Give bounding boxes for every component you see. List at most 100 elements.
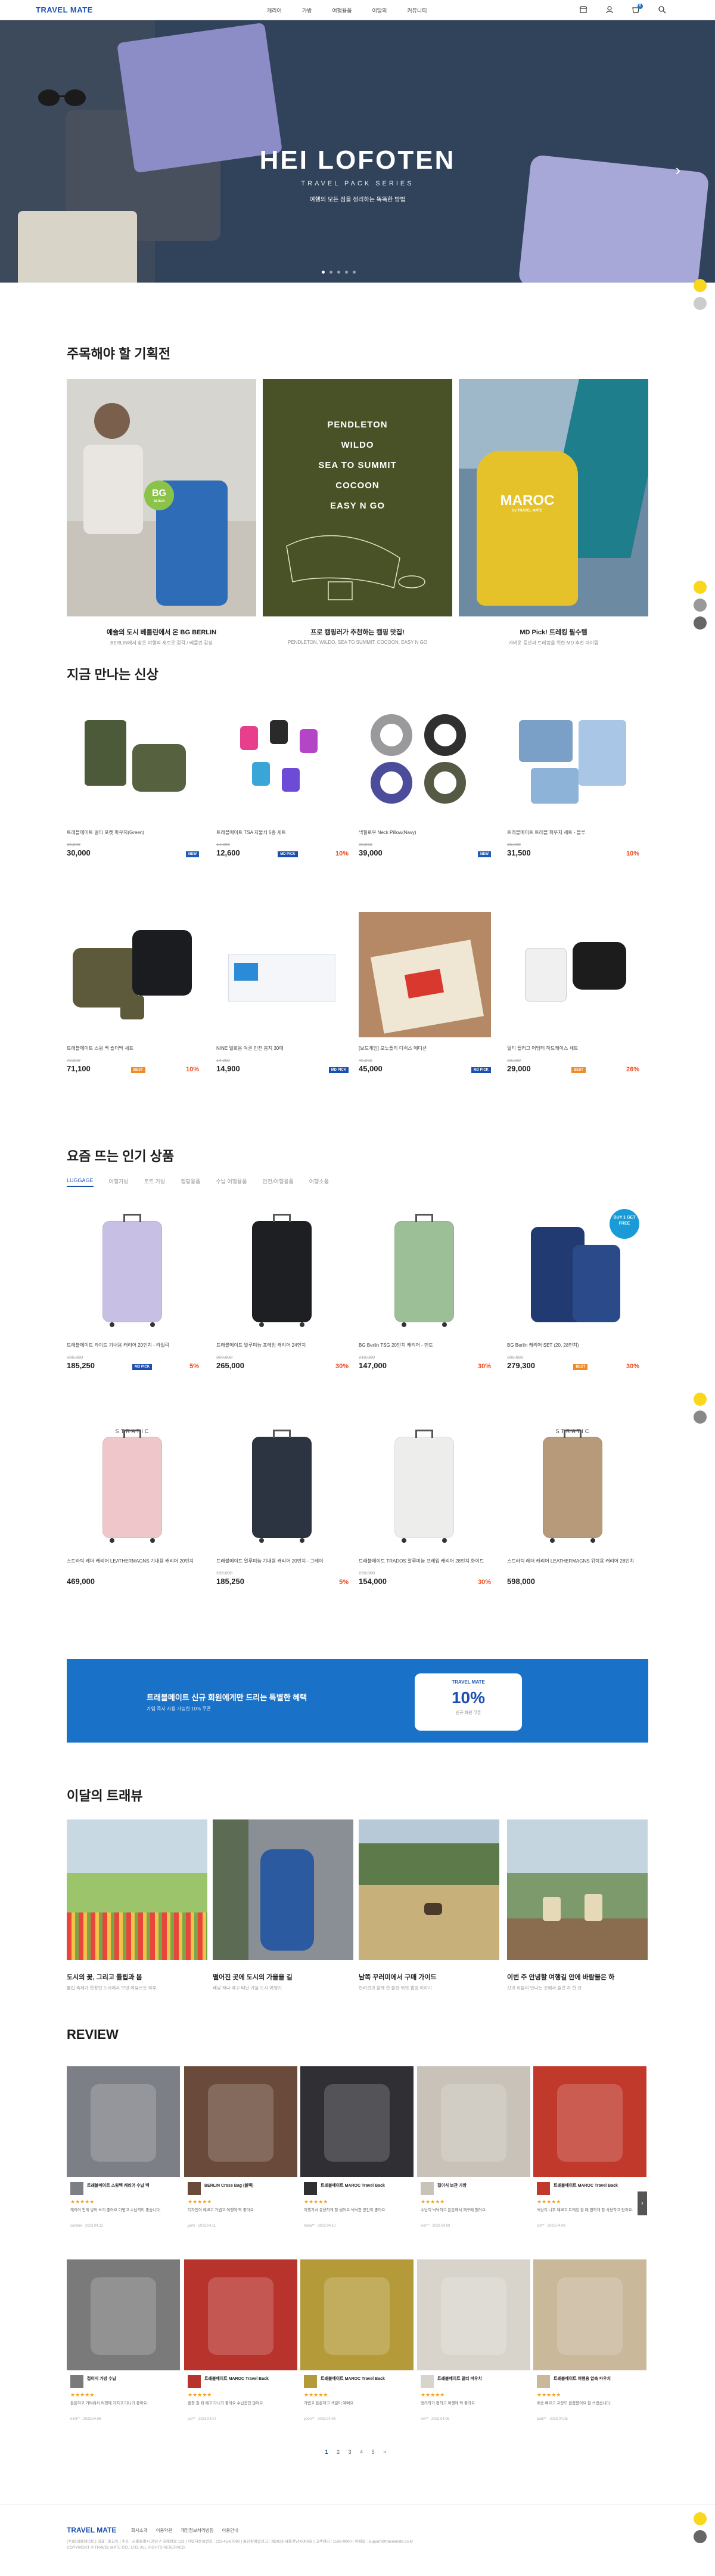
review-meta: sonnne · 2023.04.12 <box>70 2224 104 2228</box>
tab-tote-bag[interactable]: 토트 가방 <box>144 1177 166 1187</box>
product-card[interactable]: [보드게임] 모노폴리 디럭스 에디션 45,000 45,000 MD PICK <box>359 912 491 1073</box>
product-name: 트래블메이트 멀티 포켓 파우치(Green) <box>67 830 144 835</box>
review-card[interactable]: 접이식 가방 수납 ★★★★★ 튼튼하고 가벼워서 여행에 가지고 다니기 좋아요.… <box>67 2259 180 2444</box>
footer-link-about[interactable]: 회사소개 <box>131 2527 148 2534</box>
footer-link-privacy[interactable]: 개인정보처리방침 <box>181 2527 213 2534</box>
travel-review-card[interactable]: 도시의 꽃, 그리고 튤립과 봄 튤립 축제가 한창인 도시에서 보낸 여유로운… <box>67 1819 207 1992</box>
review-card[interactable]: 트래블메이트 여행용 압축 파우치 ★★★★★ 배송 빠르고 포장도 꼼꼼했어요 잘… <box>533 2259 646 2444</box>
floating-kakao-icon[interactable] <box>694 1393 707 1406</box>
hero-dot[interactable] <box>337 271 340 274</box>
review-card[interactable]: 트래블메이트 멀티 파우치 ★★★★★ 정리하기 편하고 여행에 딱 좋아요. lee… <box>417 2259 530 2444</box>
product-card[interactable]: 트래블메이트 알루미늄 기내용 캐리어 20인치 - 그레이 195,000 185… <box>216 1425 349 1586</box>
floating-recent-icon[interactable] <box>694 599 707 612</box>
promo-image: PENDLETON WILDO SEA TO SUMMIT COCOON EASY N … <box>263 379 452 616</box>
page-1[interactable]: 1 <box>325 2449 332 2455</box>
footer-link-guide[interactable]: 이용안내 <box>222 2527 238 2534</box>
promo-card[interactable]: PENDLETON WILDO SEA TO SUMMIT COCOON EASY N … <box>263 379 452 645</box>
review-next-arrow-icon[interactable]: › <box>638 2191 647 2215</box>
review-product-name[interactable]: 트래블메이트 여행용 압축 파우치 <box>554 2376 611 2387</box>
tab-luggage[interactable]: LUGGAGE <box>67 1177 94 1187</box>
product-discount: 30% <box>626 1363 639 1370</box>
cart-count-badge: 0 <box>638 4 643 9</box>
promo-card[interactable]: MAROC by TRAVEL MATE MD Pick! 트레킹 필수템 가벼운… <box>459 379 648 646</box>
product-card[interactable]: STRATIC 스트라틱 레더 캐리어 LEATHERMAGNS 위탁용 캐리어 … <box>507 1425 639 1586</box>
coupon-card[interactable]: TRAVEL MATE 10% 신규 회원 쿠폰 <box>415 1673 522 1731</box>
footer-logo[interactable]: TRAVEL MATE <box>67 2526 116 2534</box>
review-product-name[interactable]: 트래블메이트 멀티 파우치 <box>437 2376 482 2387</box>
tab-accessories[interactable]: 여행소품 <box>309 1177 329 1187</box>
travel-review-card[interactable]: 떨어진 곳에 도시의 가을을 길 배낭 하나 메고 떠난 가을 도시 여행기 <box>213 1819 353 1992</box>
product-card[interactable]: 트래블메이트 TRADOS 알루미늄 프레임 캐리어 28인치 화이트 220,0… <box>359 1425 491 1586</box>
footer-link-terms[interactable]: 이용약관 <box>156 2527 173 2534</box>
review-product-name[interactable]: 트래블메이트 스윙백 캐리어 수납 백 <box>87 2183 149 2194</box>
page-4[interactable]: 4 <box>360 2449 366 2455</box>
product-card[interactable]: 트래블메이트 TSA 자물쇠 5종 세트 14,000 12,600 MD PICK 1… <box>216 696 349 857</box>
page-3[interactable]: 3 <box>349 2449 355 2455</box>
floating-kakao-icon[interactable] <box>694 279 707 292</box>
product-card[interactable]: 넥필로우 Neck Pillow(Navy) 39,000 39,000 NEW <box>359 696 491 857</box>
user-icon[interactable] <box>605 5 614 14</box>
nav-item-carrier[interactable]: 캐리어 <box>267 7 282 14</box>
cart-icon[interactable]: 0 <box>632 4 643 14</box>
product-card[interactable]: 트래블메이트 알루미늄 프레임 캐리어 24인치 390,000 265,000 30… <box>216 1209 349 1370</box>
review-card[interactable]: 트래블메이트 MAROC Travel Back ★★★★★ 캠핑 갈 때 메고 다… <box>184 2259 297 2444</box>
product-card[interactable]: BG Berlin TSG 20인치 캐리어 - 민트 210,000 147,00… <box>359 1209 491 1370</box>
hero-next-arrow-icon[interactable]: › <box>675 161 680 179</box>
site-logo[interactable]: TRAVEL MATE <box>36 5 93 14</box>
review-card[interactable]: 접이식 보관 가방 ★★★★★ 수납이 넉넉하고 튼튼해서 재구매 했어요. kim*… <box>417 2066 530 2251</box>
review-product-name[interactable]: BERLIN Cross Bag (블랙) <box>204 2183 254 2194</box>
store-icon[interactable] <box>579 5 587 14</box>
review-card[interactable]: 트래블메이트 MAROC Travel Back ★★★★★ 여행가서 유용하게 잘… <box>300 2066 414 2251</box>
review-card[interactable]: BERLIN Cross Bag (블랙) ★★★★★ 디자인이 예쁘고 가볍고 여… <box>184 2066 297 2251</box>
hero-banner[interactable]: HEI LOFOTEN TRAVEL PACK SERIES 여행의 모든 짐을… <box>0 20 715 283</box>
tab-camping[interactable]: 캠핑용품 <box>181 1177 200 1187</box>
promo-title: 예술의 도시 베를린에서 온 BG BERLIN <box>106 629 217 636</box>
page-2[interactable]: 2 <box>337 2449 343 2455</box>
search-icon[interactable] <box>658 5 666 14</box>
hero-dot[interactable] <box>353 271 356 274</box>
review-card[interactable]: 트래블메이트 MAROC Travel Back ★★★★★ 가볍고 튼튼하고 색감… <box>300 2259 414 2444</box>
nav-item-monthly[interactable]: 이달의 <box>372 7 387 14</box>
tab-safety[interactable]: 안전/여행용품 <box>263 1177 294 1187</box>
product-card[interactable]: 트래블메이트 트래블 파우치 세트 - 블루 35,000 31,500 10% <box>507 696 639 857</box>
review-product-name[interactable]: 트래블메이트 MAROC Travel Back <box>554 2183 618 2194</box>
product-card[interactable]: 트래블메이트 멀티 포켓 파우치(Green) 35,000 30,000 NEW <box>67 696 199 857</box>
nav-item-bag[interactable]: 가방 <box>302 7 312 14</box>
review-card[interactable]: 트래블메이트 MAROC Travel Back ★★★★★ 색상이 너무 예쁘고 … <box>533 2066 646 2251</box>
review-product-thumb <box>188 2375 201 2388</box>
floating-chat-icon[interactable] <box>694 297 707 310</box>
signup-coupon-banner[interactable]: 트래블메이트 신규 회원에게만 드리는 특별한 혜택 가입 즉시 사용 가능한 … <box>67 1659 648 1743</box>
hero-dot[interactable] <box>345 271 348 274</box>
product-name: 스트라틱 레더 캐리어 LEATHERMAGNS 위탁용 캐리어 28인치 <box>507 1558 634 1564</box>
product-card[interactable]: STRATIC 스트라틱 레더 캐리어 LEATHERMAGNS 기내용 캐리어 … <box>67 1425 199 1586</box>
hero-dot[interactable] <box>329 271 332 274</box>
floating-chat-icon[interactable] <box>694 1411 707 1424</box>
review-product-name[interactable]: 접이식 보관 가방 <box>437 2183 467 2194</box>
product-card[interactable]: BUY 1 GET FREE BG Berlin 캐리어 SET (20, 28인… <box>507 1209 639 1370</box>
page-next[interactable]: > <box>383 2449 390 2455</box>
nav-item-community[interactable]: 커뮤니티 <box>407 7 427 14</box>
tab-storage[interactable]: 수납 여행용품 <box>216 1177 247 1187</box>
nav-item-travel-goods[interactable]: 여행용품 <box>332 7 352 14</box>
product-card[interactable]: 트래블메이트 라이트 기내용 캐리어 20인치 - 라일락 195,000 185,… <box>67 1209 199 1370</box>
review-product-name[interactable]: 접이식 가방 수납 <box>87 2376 116 2387</box>
review-product-name[interactable]: 트래블메이트 MAROC Travel Back <box>321 2183 385 2194</box>
review-product-name[interactable]: 트래블메이트 MAROC Travel Back <box>321 2376 385 2387</box>
product-card[interactable]: 트래블메이트 스윙 백 숄더백 세트 79,000 71,100 BEST 10% <box>67 912 199 1073</box>
page-5[interactable]: 5 <box>372 2449 378 2455</box>
travel-review-card[interactable]: 남쪽 꾸러미에서 구매 가이드 반려견과 함께 한 들판 위의 캠핑 이야기 <box>359 1819 499 1992</box>
hero-dot[interactable] <box>322 271 325 274</box>
review-card[interactable]: 트래블메이트 스윙백 캐리어 수납 백 ★★★★★ 캐리어 안에 넣어 쓰기 좋아요… <box>67 2066 180 2251</box>
review-product-name[interactable]: 트래블메이트 MAROC Travel Back <box>204 2376 269 2387</box>
product-card[interactable]: 멀티 플러그 어댑터 하드케이스 세트 39,000 29,000 BEST 26% <box>507 912 639 1073</box>
floating-kakao-icon[interactable] <box>694 581 707 594</box>
product-discount: 30% <box>335 1363 349 1370</box>
promo-image: MAROC by TRAVEL MATE <box>459 379 648 616</box>
site-footer: TRAVEL MATE 회사소개 이용약관 개인정보처리방침 이용안내 (주)트… <box>0 2504 715 2576</box>
travel-review-card[interactable]: 이번 주 안녕할 여행길 안에 바람불은 하 산과 하늘이 만나는 곳에서 즐긴… <box>507 1819 648 1992</box>
promo-card[interactable]: BG BERLIN 예술의 도시 베를린에서 온 BG BERLIN BERLIN… <box>67 379 256 646</box>
product-card[interactable]: NINE 일회용 여권 안전 봉지 30매 14,900 14,900 MD PICK <box>216 912 349 1073</box>
review-product-thumb <box>421 2182 434 2195</box>
floating-top-icon[interactable] <box>694 616 707 630</box>
tab-travel-bag[interactable]: 여행가방 <box>109 1177 129 1187</box>
